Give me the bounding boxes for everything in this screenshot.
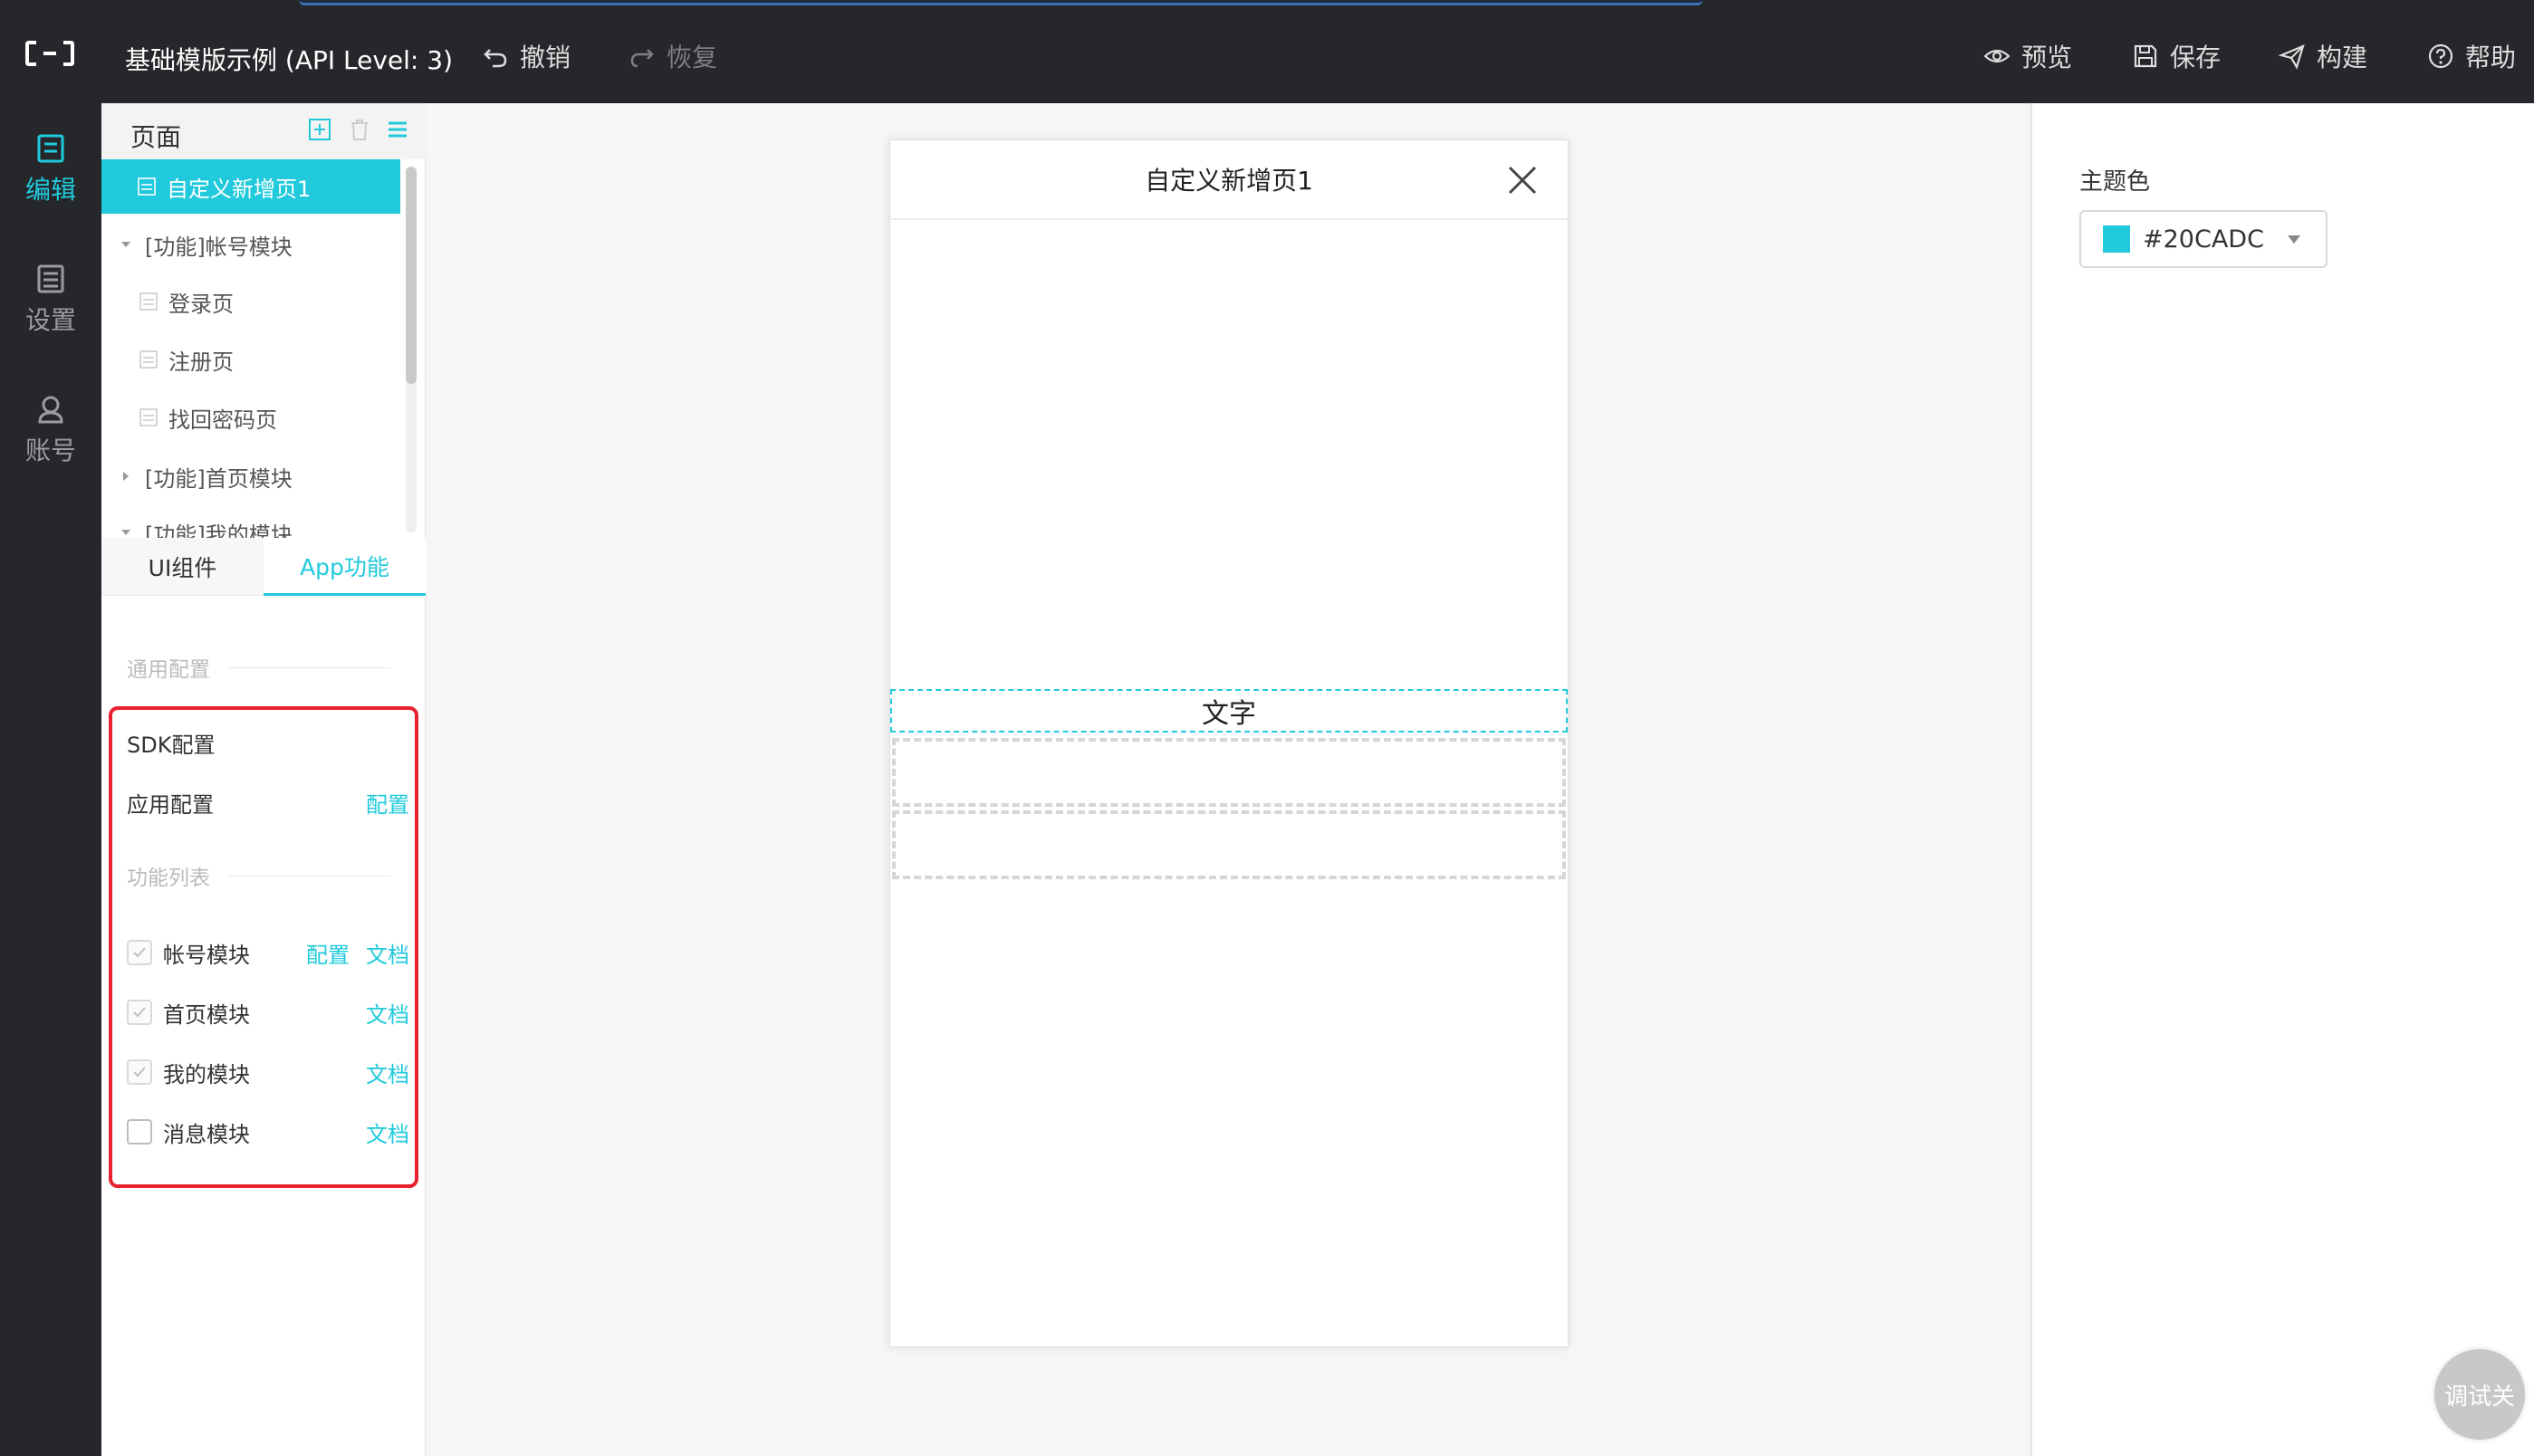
component-tabs: UI组件 App功能 (101, 538, 426, 596)
scrollbar-thumb[interactable] (406, 167, 417, 384)
tree-item-label: 自定义新增页1 (167, 176, 312, 202)
theme-color-label: 主题色 (2079, 168, 2151, 196)
nav-edit[interactable]: 编辑 (0, 132, 101, 206)
nav-account-label: 账号 (24, 436, 76, 465)
undo-icon (484, 49, 507, 68)
highlight-annotation-box (109, 706, 418, 1188)
undo-label: 撤销 (520, 43, 571, 72)
help-label: 帮助 (2465, 43, 2517, 72)
caret-right-icon (123, 472, 129, 481)
page-icon (139, 292, 158, 311)
app-title: 基础模版示例 (API Level: 3) (125, 45, 454, 75)
tab-app-features[interactable]: App功能 (264, 538, 426, 596)
tree-item-forgot-password[interactable]: 找回密码页 (101, 390, 400, 445)
save-label: 保存 (2170, 43, 2222, 72)
page-tree: 自定义新增页1 [功能]帐号模块 登录页 注册页 找回密码页 [功能]首页模块 … (101, 159, 400, 538)
edit-icon (37, 134, 64, 163)
tree-item-login[interactable]: 登录页 (101, 274, 400, 329)
tab-ui-components[interactable]: UI组件 (101, 538, 264, 596)
caret-down-icon (121, 242, 130, 247)
eye-icon (1983, 49, 2011, 63)
tree-item-home-module[interactable]: [功能]首页模块 (101, 449, 400, 503)
placeholder-component[interactable] (892, 738, 1566, 807)
theme-color-value: #20CADC (2143, 225, 2264, 254)
close-icon[interactable] (1506, 164, 1539, 196)
nav-edit-label: 编辑 (24, 175, 76, 205)
menu-icon[interactable] (386, 118, 409, 141)
preview-button[interactable]: 预览 (1983, 38, 2072, 74)
help-button[interactable]: 帮助 (2427, 38, 2516, 74)
debug-toggle-button[interactable]: 调试关 (2434, 1349, 2525, 1440)
text-widget[interactable]: 文字 (890, 689, 1568, 733)
text-widget-label: 文字 (1202, 698, 1256, 730)
theme-color-select[interactable]: #20CADC (2079, 210, 2328, 268)
save-icon (2134, 44, 2157, 68)
tree-item-label: [功能]首页模块 (145, 465, 293, 492)
design-canvas: 自定义新增页1 文字 (426, 103, 2030, 1456)
section-divider (228, 666, 391, 668)
tree-item-account-module[interactable]: [功能]帐号模块 (101, 217, 400, 272)
nav-account[interactable]: 账号 (0, 393, 101, 467)
caret-down-icon (121, 530, 130, 535)
preview-label: 预览 (2021, 43, 2073, 72)
tree-item-label: [功能]我的模块 (145, 522, 293, 539)
page-icon (139, 408, 158, 426)
pages-panel-title: 页面 (130, 122, 182, 152)
tree-item-label: 注册页 (168, 349, 234, 375)
nav-settings[interactable]: 设置 (0, 263, 101, 337)
nav-settings-label: 设置 (24, 305, 76, 335)
chevron-down-icon (2288, 235, 2300, 244)
send-icon (2279, 44, 2305, 70)
add-page-icon[interactable] (308, 118, 331, 141)
tree-item-custom-page[interactable]: 自定义新增页1 (101, 159, 400, 214)
redo-icon (630, 49, 654, 68)
left-nav: 编辑 设置 账号 (0, 103, 101, 1456)
bracket-logo-icon (25, 41, 74, 66)
section-label: 通用配置 (127, 658, 210, 682)
tree-item-mine-module[interactable]: [功能]我的模块 (101, 505, 400, 538)
build-label: 构建 (2317, 43, 2368, 72)
redo-button[interactable]: 恢复 (629, 38, 717, 74)
phone-page-title: 自定义新增页1 (1145, 166, 1313, 196)
help-icon (2428, 43, 2453, 69)
color-swatch (2103, 225, 2130, 253)
undo-button[interactable]: 撤销 (482, 38, 571, 74)
phone-preview: 自定义新增页1 文字 (889, 139, 1569, 1347)
user-icon (38, 396, 63, 424)
properties-panel: 主题色 #20CADC (2030, 103, 2534, 1456)
placeholder-component[interactable] (892, 810, 1566, 879)
top-accent-line (299, 0, 1703, 5)
pages-panel: 页面 自定义新增页1 [功能]帐号模块 登录页 注册页 找回密码页 [功能]首页… (101, 103, 426, 538)
page-icon (139, 350, 158, 369)
page-tree-scrollbar[interactable] (406, 167, 417, 532)
build-button[interactable]: 构建 (2279, 38, 2367, 74)
page-icon (138, 177, 156, 196)
pages-panel-header: 页面 (101, 103, 426, 159)
redo-label: 恢复 (667, 43, 718, 72)
delete-page-icon[interactable] (348, 118, 371, 141)
settings-list-icon (37, 264, 64, 293)
tree-item-label: 登录页 (168, 291, 234, 317)
top-toolbar: 基础模版示例 (API Level: 3) 撤销 恢复 预览 保存 构建 帮助 (0, 0, 2534, 103)
tree-item-label: 找回密码页 (168, 407, 277, 433)
tree-item-label: [功能]帐号模块 (145, 234, 293, 260)
general-config-section: 通用配置 (127, 652, 391, 683)
tree-item-register[interactable]: 注册页 (101, 332, 400, 387)
phone-page-header: 自定义新增页1 (890, 140, 1568, 220)
save-button[interactable]: 保存 (2132, 38, 2221, 74)
